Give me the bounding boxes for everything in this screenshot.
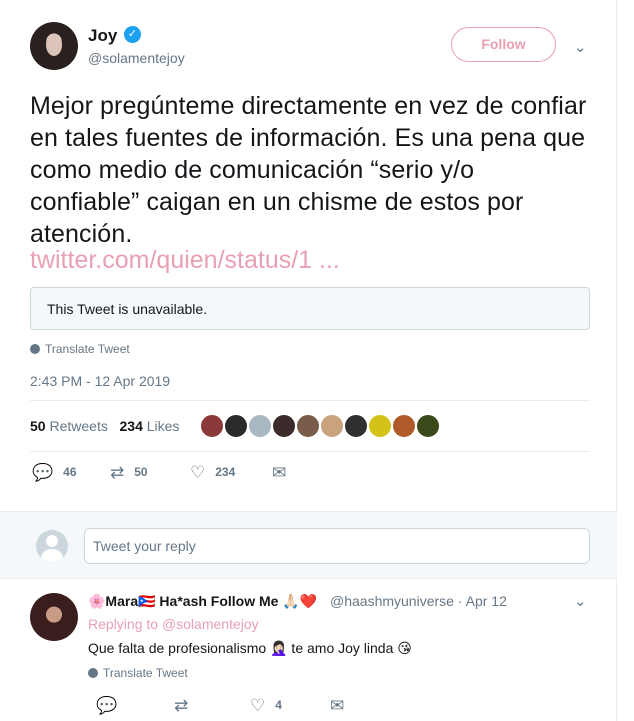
- translate-label: Translate Tweet: [103, 666, 188, 680]
- follow-button[interactable]: Follow: [451, 27, 556, 62]
- like-action[interactable]: ♡ 234: [190, 463, 235, 483]
- verified-badge-icon: ✓: [124, 26, 141, 43]
- author-name[interactable]: Joy: [88, 26, 117, 46]
- reply-message-action[interactable]: ✉: [330, 696, 354, 716]
- retweet-action[interactable]: ⇄ 50: [110, 463, 148, 483]
- chevron-down-icon[interactable]: ⌄: [574, 38, 587, 56]
- liker-avatar[interactable]: [368, 414, 392, 438]
- reply-author-handle[interactable]: @haashmyuniverse: [330, 593, 454, 609]
- tweet-text: Mejor pregúnteme directamente en vez de …: [30, 92, 587, 248]
- user-avatar: [36, 530, 68, 562]
- divider: [30, 400, 590, 401]
- replying-prefix: Replying to: [88, 616, 159, 632]
- heart-icon: ♡: [250, 696, 266, 715]
- liker-avatar[interactable]: [392, 414, 416, 438]
- tweet-stats: 50 Retweets 234 Likes: [30, 418, 179, 434]
- reply-input[interactable]: Tweet your reply: [84, 528, 590, 564]
- likes-stat[interactable]: 234 Likes: [120, 418, 180, 434]
- reply-icon: 💬: [32, 463, 54, 482]
- liker-avatar[interactable]: [272, 414, 296, 438]
- reply-translate-link[interactable]: Translate Tweet: [88, 666, 188, 680]
- reply-action[interactable]: 💬 46: [32, 463, 77, 483]
- reply-composer: Tweet your reply: [0, 511, 617, 579]
- tweet-link[interactable]: twitter.com/quien/status/1 ...: [30, 246, 340, 275]
- reply-reply-action[interactable]: 💬: [96, 696, 127, 716]
- retweets-stat[interactable]: 50 Retweets: [30, 418, 108, 434]
- liker-avatar[interactable]: [224, 414, 248, 438]
- reply-date[interactable]: Apr 12: [466, 593, 507, 609]
- translate-label: Translate Tweet: [45, 342, 130, 356]
- retweet-icon: ⇄: [110, 463, 125, 482]
- tweet-timestamp[interactable]: 2:43 PM - 12 Apr 2019: [30, 373, 170, 389]
- divider: [30, 451, 590, 452]
- liker-avatar[interactable]: [200, 414, 224, 438]
- direct-message-action[interactable]: ✉: [272, 463, 296, 483]
- liker-avatar[interactable]: [248, 414, 272, 438]
- liker-avatar[interactable]: [416, 414, 440, 438]
- envelope-icon: ✉: [272, 463, 287, 482]
- replying-to: Replying to @solamentejoy: [88, 616, 259, 632]
- reply-author-name[interactable]: 🌸Mara🇵🇷 Ha*ash Follow Me 🙏🏻❤️: [88, 593, 317, 610]
- author-avatar[interactable]: [30, 22, 78, 70]
- replying-to-handle[interactable]: @solamentejoy: [162, 616, 259, 632]
- reply-author-avatar[interactable]: [30, 593, 78, 641]
- quoted-tweet-unavailable: This Tweet is unavailable.: [30, 287, 590, 330]
- reply-meta: @haashmyuniverse · Apr 12: [330, 593, 507, 609]
- liker-avatar[interactable]: [320, 414, 344, 438]
- author-handle[interactable]: @solamentejoy: [88, 50, 185, 66]
- liker-avatar[interactable]: [296, 414, 320, 438]
- translate-tweet-link[interactable]: Translate Tweet: [30, 342, 130, 356]
- reply-like-action[interactable]: ♡ 4: [250, 696, 282, 716]
- reply-retweet-action[interactable]: ⇄: [174, 696, 198, 716]
- retweet-icon: ⇄: [174, 696, 189, 715]
- globe-icon: [88, 668, 98, 678]
- liker-avatar[interactable]: [344, 414, 368, 438]
- reply-text: Que falta de profesionalismo 🤦🏻‍♀️ te am…: [88, 640, 412, 656]
- heart-icon: ♡: [190, 463, 206, 482]
- envelope-icon: ✉: [330, 696, 345, 715]
- globe-icon: [30, 344, 40, 354]
- chevron-down-icon[interactable]: ⌄: [574, 592, 587, 610]
- tweet-page: Joy ✓ @solamentejoy Follow ⌄ Mejor pregú…: [0, 0, 617, 721]
- reply-icon: 💬: [96, 696, 118, 715]
